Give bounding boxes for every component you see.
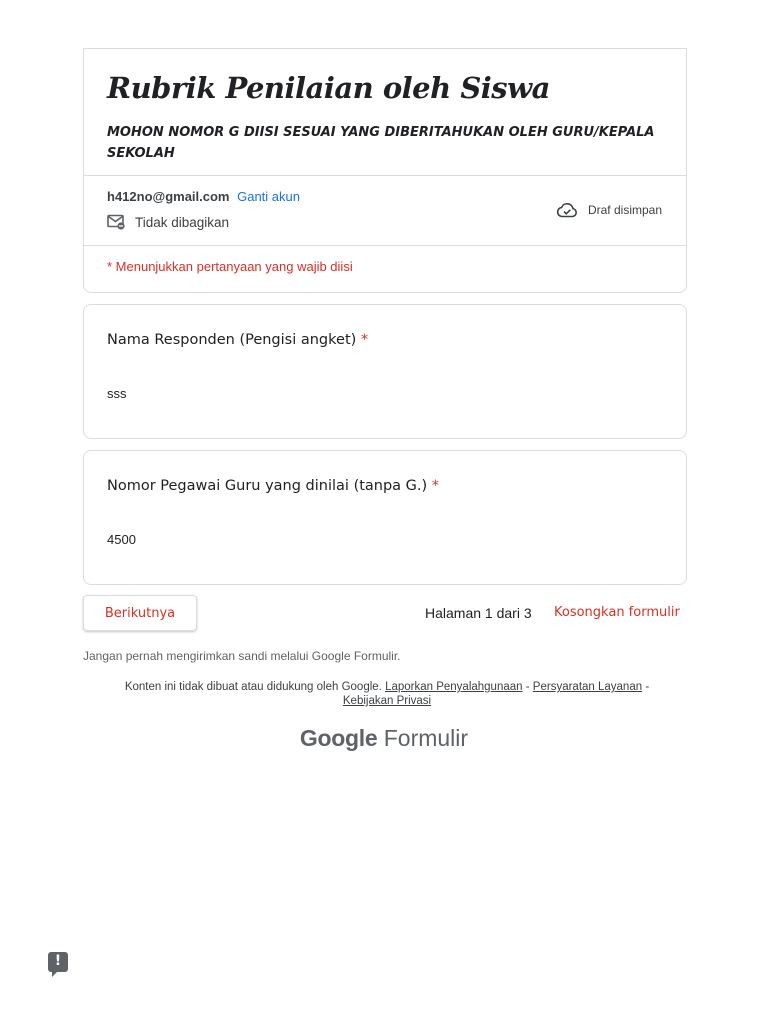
google-forms-logo[interactable]: Google Formulir [0,725,768,752]
form-header-card: Rubrik Penilaian oleh Siswa MOHON NOMOR … [83,48,687,293]
privacy-link[interactable]: Kebijakan Privasi [343,695,431,707]
draft-status-row: Draf disimpan [556,202,662,218]
next-button[interactable]: Berikutnya [83,595,197,631]
form-description: MOHON NOMOR G DIISI SESUAI YANG DIBERITA… [107,125,655,161]
header-divider [84,175,686,176]
switch-account-link[interactable]: Ganti akun [237,189,300,204]
question-label: Nama Responden (Pengisi angket) * [107,332,368,348]
page-indicator: Halaman 1 dari 3 [425,605,532,621]
question-card-teacher-id: Nomor Pegawai Guru yang dinilai (tanpa G… [83,450,687,585]
account-email: h412no@gmail.com [107,189,230,204]
required-note: * Menunjukkan pertanyaan yang wajib diis… [107,259,353,274]
share-status-row: Tidak dibagikan [107,214,229,230]
required-star: * [360,332,369,348]
link-separator: - [645,681,650,693]
question-text: Nama Responden (Pengisi angket) [107,332,357,348]
report-abuse-link[interactable]: Laporkan Penyalahgunaan [385,681,522,693]
question-card-respondent-name: Nama Responden (Pengisi angket) * sss [83,304,687,439]
link-separator: - [525,681,530,693]
answer-field-respondent-name[interactable]: sss [107,386,127,401]
form-title: Rubrik Penilaian oleh Siswa [107,71,550,105]
password-warning: Jangan pernah mengirimkan sandi melalui … [83,649,401,663]
cloud-check-icon [556,202,577,218]
mail-icon [107,214,125,230]
draft-status: Draf disimpan [587,203,662,217]
brand-google: Google [299,725,378,751]
terms-link[interactable]: Persyaratan Layanan [533,681,642,693]
report-icon[interactable]: ! [48,952,68,977]
account-divider [84,245,686,246]
question-text: Nomor Pegawai Guru yang dinilai (tanpa G… [107,478,428,494]
report-glyph: ! [54,953,62,969]
clear-form-button[interactable]: Kosongkan formulir [554,605,680,620]
disclaimer-text: Konten ini tidak dibuat atau didukung ol… [124,681,382,693]
question-label: Nomor Pegawai Guru yang dinilai (tanpa G… [107,478,439,494]
share-status: Tidak dibagikan [135,214,230,230]
brand-forms: Formulir [383,725,469,751]
answer-field-teacher-id[interactable]: 4500 [107,532,136,547]
footer-disclaimer: Konten ini tidak dibuat atau didukung ol… [104,680,670,708]
required-star: * [431,478,440,494]
account-info: h412no@gmail.com Ganti akun [107,189,300,204]
